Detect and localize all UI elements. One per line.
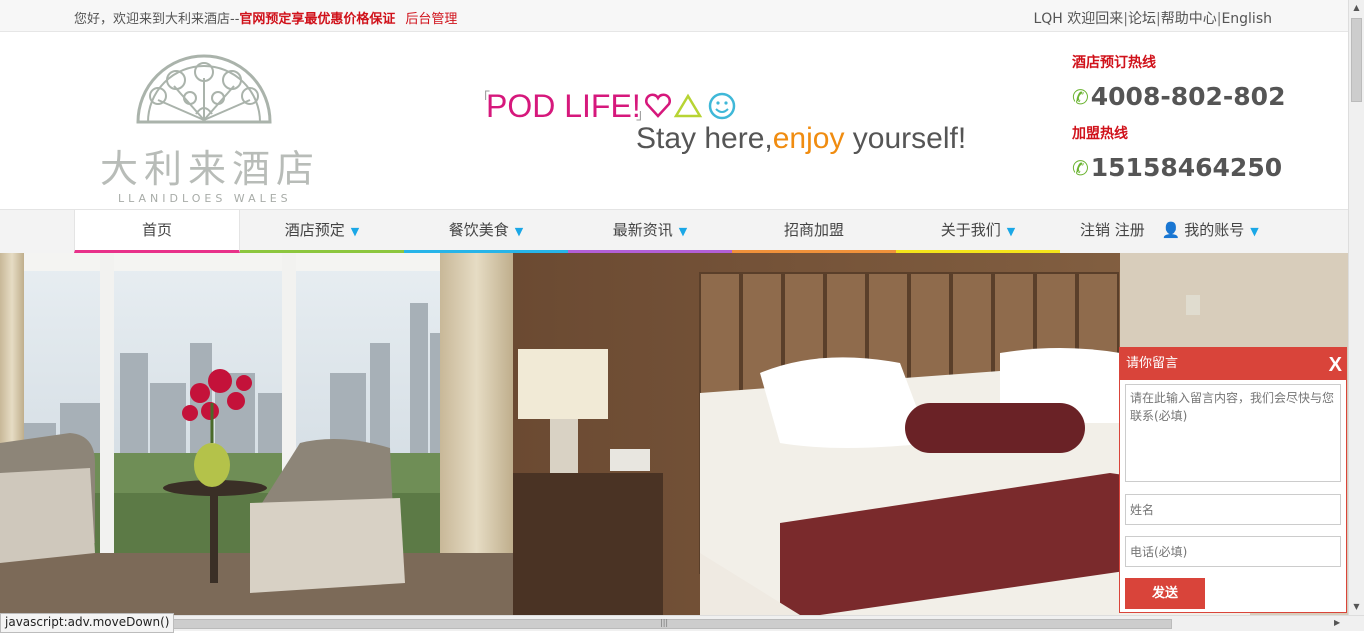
forum-link[interactable]: 论坛	[1128, 11, 1156, 27]
phone-icon: ✆	[1072, 155, 1089, 180]
vertical-scrollbar[interactable]: ▲ ▼	[1348, 0, 1364, 615]
nav-item-news[interactable]: 最新资讯 ▼	[568, 210, 732, 253]
nav-item-franchise[interactable]: 招商加盟	[732, 210, 896, 253]
dropdown-arrow-icon: ▼	[1006, 225, 1016, 238]
enjoy-part: enjoy	[772, 122, 845, 155]
scroll-right-icon[interactable]: ▶	[1334, 618, 1340, 627]
nav-label: 首页	[141, 221, 172, 239]
franchise-number-text: 15158464250	[1090, 153, 1283, 182]
nav-label: 酒店预定	[284, 221, 345, 239]
account-links: 注销 注册 👤 我的账号 ▼	[1080, 210, 1259, 252]
logo-emblem-icon	[136, 54, 272, 124]
booking-number-text: 4008-802-802	[1090, 82, 1286, 111]
stay-here-part: Stay here,	[636, 122, 773, 155]
nav-label: 餐饮美食	[448, 221, 509, 239]
stay-here-text: Stay here,enjoy yourself!	[636, 122, 966, 156]
top-bar: 您好，欢迎来到大利来酒店--官网预定享最优惠价格保证 后台管理 LQH 欢迎回来|…	[0, 0, 1348, 32]
welcome-back-text: 欢迎回来	[1067, 11, 1124, 27]
main-nav: 首页 酒店预定 ▼ 餐饮美食 ▼ 最新资讯 ▼ 招商加盟 关于我们 ▼ 注销 注册 👤 我…	[0, 209, 1348, 253]
phone-icon: ✆	[1072, 84, 1089, 109]
nav-item-about[interactable]: 关于我们 ▼	[896, 210, 1060, 253]
booking-hotline-number: ✆ 4008-802-802	[1072, 82, 1332, 111]
scroll-grip-icon: |||	[660, 618, 669, 627]
close-button[interactable]: X	[1329, 352, 1342, 378]
nav-label: 招商加盟	[783, 221, 844, 239]
nav-label: 最新资讯	[612, 221, 673, 239]
message-box-title: 请你留言	[1126, 356, 1179, 371]
scroll-up-icon[interactable]: ▲	[1349, 0, 1364, 16]
header: 大利来酒店 LLANIDLOES WALES 「 POD LIFE! 」 Sta…	[0, 32, 1348, 208]
logo-chinese-name: 大利来酒店	[100, 147, 321, 191]
name-field[interactable]	[1125, 494, 1341, 525]
english-link[interactable]: English	[1221, 11, 1272, 27]
promo-link[interactable]: 官网预定享最优惠价格保证	[239, 12, 395, 27]
phone-field[interactable]	[1125, 536, 1341, 567]
message-content-field[interactable]	[1125, 384, 1341, 482]
logout-link[interactable]: 注销	[1080, 221, 1110, 239]
admin-link[interactable]: 后台管理	[405, 12, 457, 27]
hotline-panel: 酒店预订热线 ✆ 4008-802-802 加盟热线 ✆ 15158464250	[1072, 52, 1332, 194]
horizontal-scrollbar[interactable]: ◀ ||| ▶	[0, 615, 1364, 631]
booking-hotline-label: 酒店预订热线	[1072, 55, 1156, 71]
welcome-text: 您好，欢迎来到大利来酒店--官网预定享最优惠价格保证 后台管理	[74, 8, 457, 27]
scroll-down-icon[interactable]: ▼	[1349, 599, 1364, 615]
message-box: 请你留言 X 发送	[1119, 347, 1347, 613]
send-button[interactable]: 发送	[1125, 578, 1205, 609]
yourself-part: yourself!	[844, 122, 967, 155]
welcome-message: 您好，欢迎来到大利来酒店--	[74, 12, 240, 27]
status-text: javascript:adv.moveDown()	[5, 615, 170, 629]
dropdown-arrow-icon: ▼	[678, 225, 688, 238]
user-links: LQH 欢迎回来|论坛|帮助中心|English	[1033, 8, 1272, 28]
nav-item-dining[interactable]: 餐饮美食 ▼	[404, 210, 568, 253]
nav-label: 关于我们	[940, 221, 1001, 239]
register-link[interactable]: 注册	[1115, 221, 1145, 239]
dropdown-arrow-icon: ▼	[350, 225, 360, 238]
slogan-banner: 「 POD LIFE! 」 Stay here,enjoy yourself!	[474, 84, 974, 174]
franchise-hotline-number: ✆ 15158464250	[1072, 153, 1332, 182]
nav-item-home[interactable]: 首页	[74, 210, 240, 253]
logo-english-name: LLANIDLOES WALES	[118, 192, 292, 205]
dropdown-arrow-icon: ▼	[1250, 225, 1259, 238]
nav-item-hotel-booking[interactable]: 酒店预定 ▼	[240, 210, 404, 253]
user-icon: 👤	[1161, 221, 1181, 239]
hotel-logo[interactable]: 大利来酒店 LLANIDLOES WALES	[96, 42, 316, 205]
heart-recycle-smile-icon	[645, 92, 736, 120]
message-box-header: 请你留言 X	[1120, 348, 1346, 380]
scroll-thumb[interactable]	[1351, 18, 1362, 102]
username[interactable]: LQH	[1033, 11, 1062, 27]
dropdown-arrow-icon: ▼	[514, 225, 524, 238]
my-account-link[interactable]: 我的账号	[1184, 221, 1244, 239]
pod-life-text: POD LIFE!	[486, 88, 641, 124]
status-bar: javascript:adv.moveDown()	[0, 613, 175, 633]
help-center-link[interactable]: 帮助中心	[1161, 11, 1217, 27]
franchise-hotline-label: 加盟热线	[1072, 126, 1128, 142]
